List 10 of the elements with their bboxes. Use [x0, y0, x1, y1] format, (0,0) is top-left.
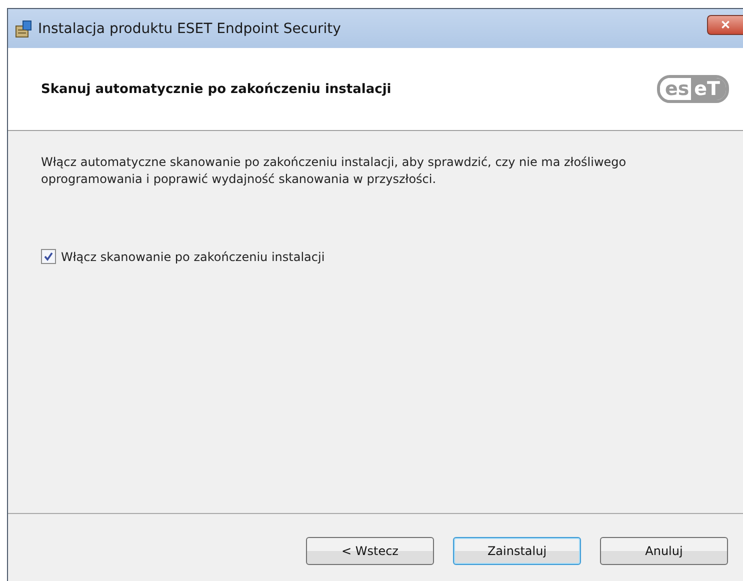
installer-icon — [15, 20, 33, 38]
logo: es eT — [656, 75, 729, 103]
checkbox[interactable] — [41, 249, 56, 264]
checkbox-label: Włącz skanowanie po zakończeniu instalacji — [61, 250, 325, 264]
window-title: Instalacja produktu ESET Endpoint Security — [38, 20, 341, 36]
dialog-button[interactable]: Zainstaluj — [453, 536, 581, 564]
page-heading: Skanuj automatycznie po zakończeniu instalacji — [41, 82, 392, 96]
dialog-button[interactable]: < Wstecz — [306, 536, 434, 564]
dialog-button[interactable]: Anuluj — [600, 536, 728, 564]
description-text: Włącz automatyczne skanowanie po zakończeniu instalacji, aby sprawdzić, czy nie ma złośliwego oprogramowania i poprawić wydajność skanowania w przyszłości. — [41, 154, 628, 188]
